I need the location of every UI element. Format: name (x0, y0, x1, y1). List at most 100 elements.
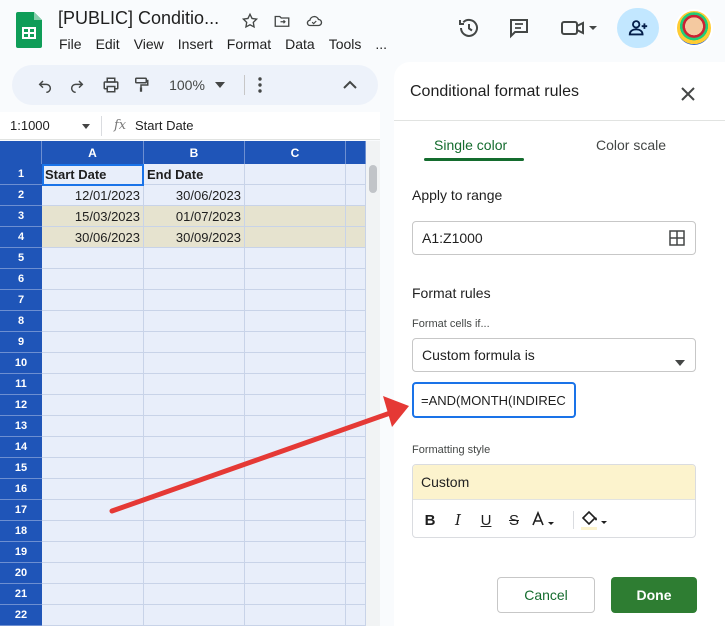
table-cell[interactable] (245, 269, 346, 290)
share-button[interactable] (617, 8, 659, 48)
done-button[interactable]: Done (611, 577, 697, 613)
table-cell[interactable] (245, 248, 346, 269)
select-all-corner[interactable] (0, 141, 42, 164)
table-cell[interactable] (245, 437, 346, 458)
zoom-dropdown-icon[interactable] (212, 73, 228, 97)
meet-icon[interactable] (553, 8, 605, 48)
table-cell[interactable] (346, 521, 366, 542)
name-box-dropdown-icon[interactable] (82, 124, 90, 129)
menu-edit[interactable]: Edit (89, 36, 127, 52)
custom-formula-input[interactable]: =AND(MONTH(INDIREC (412, 382, 576, 418)
table-cell[interactable] (346, 332, 366, 353)
condition-dropdown[interactable]: Custom formula is (412, 338, 696, 372)
table-cell[interactable] (346, 395, 366, 416)
bold-icon[interactable]: B (419, 509, 441, 531)
table-cell[interactable] (42, 479, 144, 500)
row-header[interactable]: 4 (0, 227, 42, 248)
undo-icon[interactable] (32, 73, 58, 97)
table-cell[interactable] (245, 605, 346, 626)
close-icon[interactable] (676, 82, 700, 106)
select-range-icon[interactable] (669, 230, 685, 249)
table-cell[interactable] (144, 605, 245, 626)
version-history-icon[interactable] (449, 8, 489, 48)
column-header-a[interactable]: A (42, 141, 144, 164)
tab-single-color[interactable]: Single color (434, 137, 507, 153)
table-cell[interactable] (144, 248, 245, 269)
table-cell[interactable] (42, 395, 144, 416)
column-header-c[interactable]: C (245, 141, 346, 164)
table-cell[interactable] (144, 500, 245, 521)
row-header[interactable]: 21 (0, 584, 42, 605)
collapse-toolbar-icon[interactable] (338, 73, 362, 97)
table-cell[interactable] (42, 605, 144, 626)
table-cell[interactable] (144, 353, 245, 374)
table-cell[interactable] (144, 521, 245, 542)
print-icon[interactable] (98, 73, 124, 97)
table-cell[interactable] (245, 332, 346, 353)
table-cell[interactable] (42, 353, 144, 374)
account-avatar[interactable] (673, 8, 715, 48)
row-header[interactable]: 9 (0, 332, 42, 353)
table-cell[interactable] (245, 395, 346, 416)
table-cell[interactable]: Start Date (42, 164, 144, 185)
table-cell[interactable] (245, 584, 346, 605)
menu-tools[interactable]: Tools (322, 36, 369, 52)
menu-view[interactable]: View (127, 36, 171, 52)
italic-icon[interactable]: I (447, 509, 469, 531)
table-cell[interactable] (346, 584, 366, 605)
table-cell[interactable] (144, 416, 245, 437)
table-cell[interactable] (144, 269, 245, 290)
table-cell[interactable] (245, 374, 346, 395)
table-cell[interactable] (245, 521, 346, 542)
table-cell[interactable] (245, 353, 346, 374)
vertical-scrollbar[interactable] (366, 141, 380, 626)
table-cell[interactable] (346, 563, 366, 584)
cancel-button[interactable]: Cancel (497, 577, 595, 613)
table-cell[interactable] (346, 437, 366, 458)
table-cell[interactable] (245, 500, 346, 521)
table-cell[interactable] (144, 332, 245, 353)
style-preview-dropdown[interactable]: Custom (413, 465, 695, 500)
row-header[interactable]: 11 (0, 374, 42, 395)
table-cell[interactable] (346, 542, 366, 563)
table-cell[interactable] (346, 311, 366, 332)
table-cell[interactable] (42, 248, 144, 269)
row-header[interactable]: 1 (0, 164, 42, 185)
table-cell[interactable] (144, 290, 245, 311)
row-header[interactable]: 15 (0, 458, 42, 479)
menu-file[interactable]: File (52, 36, 89, 52)
zoom-value[interactable]: 100% (162, 73, 212, 97)
scrollbar-thumb[interactable] (369, 165, 377, 193)
paint-format-icon[interactable] (128, 73, 154, 97)
row-header[interactable]: 6 (0, 269, 42, 290)
document-title[interactable]: [PUBLIC] Conditio... (58, 8, 219, 29)
comments-icon[interactable] (499, 8, 539, 48)
row-header[interactable]: 16 (0, 479, 42, 500)
table-cell[interactable] (245, 479, 346, 500)
table-cell[interactable] (245, 542, 346, 563)
table-cell[interactable]: End Date (144, 164, 245, 185)
table-cell[interactable] (245, 458, 346, 479)
table-cell[interactable] (144, 458, 245, 479)
table-cell[interactable] (144, 584, 245, 605)
table-cell[interactable] (144, 563, 245, 584)
menu-format[interactable]: Format (220, 36, 278, 52)
row-header[interactable]: 12 (0, 395, 42, 416)
fill-color-icon[interactable] (577, 509, 611, 531)
row-header[interactable]: 10 (0, 353, 42, 374)
table-cell[interactable] (42, 542, 144, 563)
table-cell[interactable] (144, 542, 245, 563)
row-header[interactable]: 22 (0, 605, 42, 626)
table-cell[interactable] (245, 227, 346, 248)
column-header-b[interactable]: B (144, 141, 245, 164)
range-input[interactable]: A1:Z1000 (412, 221, 696, 255)
row-header[interactable]: 17 (0, 500, 42, 521)
table-cell[interactable] (346, 185, 366, 206)
table-cell[interactable] (245, 563, 346, 584)
table-cell[interactable]: 30/06/2023 (144, 185, 245, 206)
text-color-icon[interactable] (529, 509, 561, 531)
row-header[interactable]: 2 (0, 185, 42, 206)
table-cell[interactable] (42, 500, 144, 521)
table-cell[interactable] (245, 311, 346, 332)
row-header[interactable]: 13 (0, 416, 42, 437)
